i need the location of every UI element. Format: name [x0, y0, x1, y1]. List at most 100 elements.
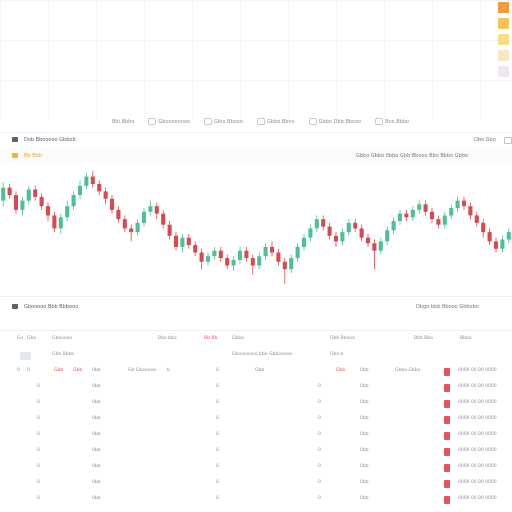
cell: Gbb [336, 368, 346, 373]
cell: 0bb [360, 464, 369, 469]
color-swatch [498, 18, 509, 29]
candle-body [500, 239, 505, 249]
candle-body [20, 200, 25, 210]
cell: 0000 00 00 0000 [458, 384, 497, 389]
candle-body [205, 256, 211, 262]
tab-0[interactable]: Bbi Bbbo [112, 118, 134, 125]
cell: 0 [37, 384, 40, 389]
col-header-6[interactable]: Gbb Bbooo [330, 336, 355, 341]
cell: Gbb [73, 368, 83, 373]
table-row[interactable]: 0 0bb 0 0 0bb 0000 00 00 0000 [0, 496, 512, 506]
candle-body [90, 176, 95, 184]
candle-body [212, 250, 217, 257]
tab-4[interactable]: Gbbo Dbb Bbooo [308, 118, 361, 125]
chart-toolbar: Bb Bbb Gbbo Gbbo 0bbo Gbb Bbooo Bbo Bbbo… [0, 149, 512, 163]
candle-body [237, 250, 243, 260]
table-row[interactable]: 0 0bb 0 0 0bb 0000 00 00 0000 [0, 384, 512, 394]
tab-2-label: Gbio Bbooo [214, 118, 243, 125]
candle-body [474, 215, 479, 223]
col-header-5[interactable]: Gbbo [232, 336, 244, 341]
cell: 0 [37, 432, 40, 437]
candle-body [173, 235, 179, 247]
candle-body [455, 200, 460, 209]
col-header-4[interactable]: Bb Bb [204, 336, 217, 341]
cell: Gbbo Gbbo [395, 368, 421, 373]
table-row[interactable]: 0 0bb 0 0 0bb 0000 00 00 0000 [0, 480, 512, 490]
candle-body [506, 232, 511, 240]
collapse-icon[interactable] [12, 304, 18, 309]
candle-body [97, 183, 102, 192]
table-row[interactable]: 0 0bb 0 0 0bb 0000 00 00 0000 [0, 416, 512, 426]
table-row[interactable]: 0 0 Gbb Gbb 0bb Gb Gbooooo b 0 Gbb Gbb 0… [0, 368, 512, 378]
status-badge [444, 480, 450, 488]
col-header-7[interactable]: Bbb Bbo [414, 336, 433, 341]
cell: 0 [37, 496, 40, 501]
cell: Gbb [255, 368, 265, 373]
candle-body [385, 230, 390, 242]
tab-2[interactable]: Gbio Bbooo [204, 118, 243, 125]
view-tabs: Bbi Bbbo Gboooonooo Gbio Bbooo Gbbe Bbno… [112, 118, 409, 125]
divider [0, 132, 512, 133]
tab-5[interactable]: Boo Bbbo [375, 118, 409, 125]
tab-1[interactable]: Gboooonooo [148, 118, 190, 125]
col-header-0[interactable]: Go [17, 336, 23, 341]
candle-body [417, 204, 422, 210]
candle-body [353, 222, 358, 229]
candle-body [26, 189, 31, 201]
cell: 0bb [360, 416, 369, 421]
cell: 0 [37, 464, 40, 469]
candlestick-chart[interactable] [0, 165, 512, 290]
candle-body [468, 206, 473, 216]
status-badge [444, 416, 450, 424]
filter-box[interactable] [20, 352, 31, 360]
subheader-0: Gbb Bbbo [52, 352, 75, 357]
table-row[interactable]: 0 0bb 0 0 0bb 0000 00 00 0000 [0, 400, 512, 410]
candle-body [346, 222, 351, 233]
cell: 0 [318, 400, 321, 405]
col-header-8[interactable]: Bbbo [460, 336, 472, 341]
cell: 0 [216, 448, 219, 453]
candle-body [33, 189, 38, 197]
col-header-3[interactable]: Bbo bbo [158, 336, 177, 341]
candle-body [225, 258, 230, 266]
table-row[interactable]: 0 0bb 0 0 0bb 0000 00 00 0000 [0, 432, 512, 442]
candle-body [180, 237, 185, 247]
candle-body [141, 211, 147, 223]
cell: 0bb [92, 432, 101, 437]
candle-body [58, 217, 63, 229]
candle-body [116, 209, 121, 220]
collapse-icon[interactable] [12, 137, 18, 142]
cell: 0 [17, 368, 20, 373]
candle-body [186, 237, 191, 246]
candle-body [65, 206, 70, 218]
settings-icon[interactable] [504, 137, 512, 144]
star-icon [375, 118, 384, 125]
candle-body [218, 250, 223, 259]
color-swatch [498, 50, 509, 61]
candle-body [135, 222, 140, 233]
chart-action-button[interactable]: Dbo Gbo [474, 137, 496, 143]
table-subheader: Gbb Bbbo Gbooooooo bbb Gbbooooo Gbo b [0, 352, 512, 362]
table-panel-header: Gbooooo Bbb Bbbooo Dbgo bbb Bbooo Gbbobo [0, 302, 512, 314]
cell: 0 [318, 464, 321, 469]
candle-body [333, 235, 339, 242]
table-row[interactable]: 0 0bb 0 0 0bb 0000 00 00 0000 [0, 464, 512, 474]
col-header-1[interactable]: Gbo [27, 336, 36, 341]
candle-body [493, 241, 499, 249]
chart-panel-header: Dob Bbooooo Gbbob Dbo Gbo [0, 135, 512, 147]
cell: 0 [318, 448, 321, 453]
grid-icon [308, 118, 317, 125]
color-swatch [498, 2, 509, 13]
cell: 0bb [92, 384, 101, 389]
cell: 0 [216, 464, 219, 469]
candle-body [77, 185, 83, 196]
status-badge [444, 384, 450, 392]
cell: 0 [27, 368, 30, 373]
col-header-2[interactable]: Gbooooo [52, 336, 72, 341]
candle-body [193, 245, 198, 253]
cell: 0bb [92, 496, 101, 501]
tab-3[interactable]: Gbbe Bbno [256, 118, 295, 125]
table-right-text: Dbgo bbb Bbooo Gbbobo [416, 304, 479, 310]
table-row[interactable]: 0 0bb 0 0 0bb 0000 00 00 0000 [0, 448, 512, 458]
cell: 0 [318, 432, 321, 437]
